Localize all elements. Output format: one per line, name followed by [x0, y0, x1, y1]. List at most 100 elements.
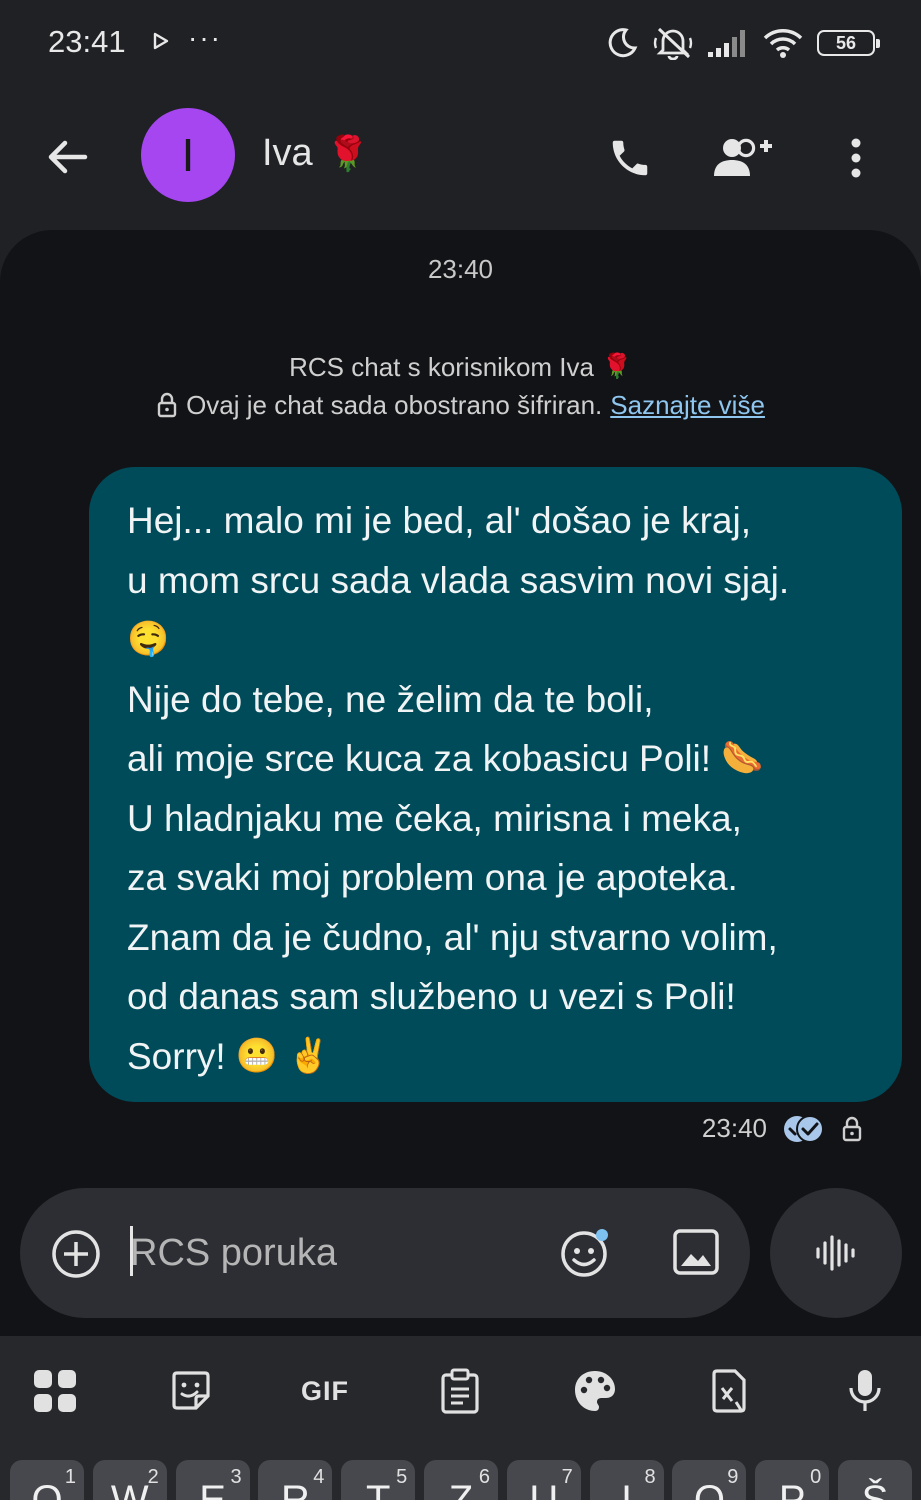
message-meta: 23:40	[702, 1113, 863, 1144]
key-hint: 3	[230, 1466, 242, 1488]
key[interactable]: E3	[175, 1460, 250, 1500]
message-line-text: Nije do tebe, ne želim da te boli,	[127, 678, 654, 720]
wifi-icon	[763, 29, 803, 58]
conversation-header: I Iva 🌹	[0, 90, 921, 230]
message-line: Znam da je čudno, al' nju stvarno volim,	[127, 908, 872, 968]
key-hint: 4	[313, 1466, 325, 1488]
key[interactable]: Z6	[424, 1460, 498, 1500]
message-input[interactable]	[130, 1218, 530, 1288]
add-person-icon	[714, 138, 772, 176]
status-icons: 56	[605, 24, 880, 62]
voice-message-button[interactable]	[770, 1188, 902, 1318]
key-hint: 7	[561, 1466, 573, 1488]
more-vert-icon	[851, 138, 861, 178]
key[interactable]: R4	[258, 1460, 333, 1500]
message-line: Hej... malo mi je bed, al' došao je kraj…	[127, 491, 872, 551]
key[interactable]: P0	[755, 1460, 830, 1500]
message-line: U hladnjaku me čeka, mirisna i meka,	[127, 789, 872, 849]
key-hint: 9	[727, 1466, 739, 1488]
battery-icon: 56	[817, 30, 880, 56]
contact-name-text: Iva	[262, 132, 313, 174]
keyboard-toolbar: GIF	[0, 1336, 921, 1446]
back-button[interactable]	[40, 130, 94, 184]
avatar[interactable]: I	[141, 108, 235, 202]
emoji: 🤤	[127, 620, 170, 658]
read-receipt-icon	[784, 1114, 824, 1143]
rcs-title: RCS chat s korisnikom Iva	[289, 352, 594, 382]
status-bar: 23:41 ··· 56	[0, 0, 921, 90]
key-hint: 8	[644, 1466, 656, 1488]
status-overflow: ···	[188, 22, 222, 53]
message-line: 🤤	[127, 610, 872, 670]
emoji-icon[interactable]	[558, 1226, 612, 1280]
message-line: za svaki moj problem ona je apoteka.	[127, 848, 872, 908]
message-line-text: od danas sam službeno u vezi s Poli!	[127, 976, 736, 1017]
translate-button[interactable]	[703, 1364, 757, 1418]
add-attachment-icon[interactable]	[50, 1228, 102, 1280]
apps-button[interactable]	[28, 1364, 82, 1418]
key[interactable]: T5	[341, 1460, 416, 1500]
key[interactable]: U7	[506, 1460, 581, 1500]
message-line: ali moje srce kuca za kobasicu Poli! 🌭	[127, 729, 872, 789]
key-hint: 2	[147, 1466, 159, 1488]
key[interactable]: W2	[92, 1460, 167, 1500]
rose-emoji: 🌹	[326, 134, 370, 173]
message-line: od danas sam službeno u vezi s Poli!	[127, 967, 872, 1027]
key-hint: 1	[64, 1466, 76, 1488]
message-line: u mom srcu sada vlada sasvim novi sjaj.	[127, 551, 872, 611]
message-line: Sorry! 😬 ✌️	[127, 1027, 872, 1087]
call-button[interactable]	[600, 128, 660, 188]
gif-icon: GIF	[301, 1375, 349, 1406]
more-options-button[interactable]	[826, 128, 886, 188]
learn-more-link[interactable]: Saznajte više	[610, 386, 765, 424]
rcs-info: RCS chat s korisnikom Iva 🌹 Ovaj je chat…	[0, 348, 921, 424]
palette-icon	[575, 1371, 615, 1411]
lock-icon	[157, 392, 177, 418]
key[interactable]: Q1	[10, 1460, 84, 1500]
key[interactable]: O9	[672, 1460, 747, 1500]
back-arrow-icon	[48, 140, 88, 174]
phone-icon	[612, 140, 648, 176]
message-line-text: U hladnjaku me čeka, mirisna i meka,	[127, 797, 742, 839]
sticker-icon	[172, 1371, 210, 1410]
audio-waveform-icon	[816, 1235, 855, 1271]
image-gallery-icon[interactable]	[670, 1226, 722, 1278]
signal-icon	[708, 30, 745, 57]
emoji: 🌭	[721, 739, 764, 777]
key-hint: 5	[396, 1466, 408, 1488]
key[interactable]: Š	[838, 1460, 912, 1500]
message-line-text: Znam da je čudno, al' nju stvarno volim,	[127, 916, 778, 958]
status-time: 23:41	[48, 24, 126, 59]
apps-grid-icon	[34, 1370, 76, 1412]
emoji: 😬 ✌️	[235, 1036, 330, 1075]
mute-icon	[653, 27, 693, 60]
keyboard-keys: Q1W2E3R4T5Z6U7I8O9P0 Š	[0, 1446, 921, 1500]
conversation-panel: 23:40 RCS chat s korisnikom Iva 🌹 Ovaj j…	[0, 230, 921, 1336]
clipboard-button[interactable]	[433, 1364, 487, 1418]
message-line-text: ali moje srce kuca za kobasicu Poli!	[127, 738, 712, 779]
voice-input-button[interactable]	[838, 1364, 892, 1418]
contact-name[interactable]: Iva 🌹	[262, 132, 369, 175]
rose-emoji: 🌹	[601, 353, 632, 380]
theme-button[interactable]	[568, 1364, 622, 1418]
key[interactable]: I8	[589, 1460, 664, 1500]
gif-button[interactable]: GIF	[298, 1364, 352, 1418]
text-cursor	[130, 1226, 133, 1276]
add-participant-button[interactable]	[712, 128, 772, 188]
key-letter: Š	[861, 1478, 889, 1500]
moon-icon	[608, 28, 638, 58]
encryption-text: Ovaj je chat sada obostrano šifriran.	[186, 390, 603, 420]
message-line: Nije do tebe, ne želim da te boli,	[127, 670, 872, 730]
key-hint: 0	[810, 1466, 822, 1488]
translate-icon	[712, 1369, 746, 1413]
play-icon	[153, 32, 169, 50]
message-line-text: u mom srcu sada vlada sasvim novi sjaj.	[127, 559, 790, 601]
message-bubble[interactable]: Hej... malo mi je bed, al' došao je kraj…	[89, 467, 902, 1102]
message-line-text: Hej... malo mi je bed, al' došao je kraj…	[127, 500, 752, 541]
clipboard-icon	[441, 1368, 479, 1414]
message-time: 23:40	[701, 1113, 767, 1143]
sticker-button[interactable]	[164, 1364, 218, 1418]
mic-icon	[849, 1370, 881, 1411]
key-hint: 6	[478, 1466, 490, 1488]
message-line-text: Sorry!	[127, 1035, 226, 1077]
